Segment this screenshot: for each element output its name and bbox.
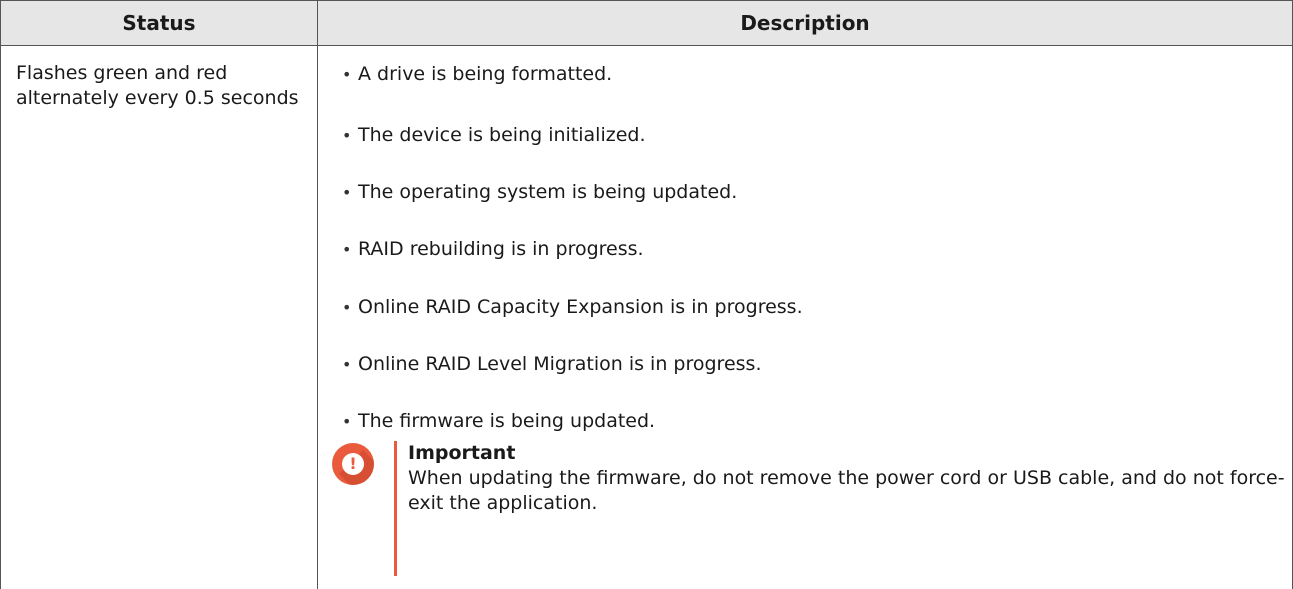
note-title: Important [408, 441, 1288, 466]
status-cell: Flashes green and red alternately every … [1, 46, 318, 589]
bullet-icon: • [342, 352, 358, 377]
bullet-icon: • [342, 62, 358, 87]
list-item: •RAID rebuilding is in progress. [342, 237, 644, 262]
bullet-text: A drive is being formatted. [358, 62, 612, 87]
bullet-text: The device is being initialized. [358, 123, 646, 148]
bullet-icon: • [342, 237, 358, 262]
list-item: •The operating system is being updated. [342, 180, 737, 205]
description-cell: •A drive is being formatted. •The device… [318, 46, 1293, 589]
bullet-icon: • [342, 295, 358, 320]
list-item: •The firmware is being updated. [342, 409, 655, 434]
table-header-row: Status Description [1, 1, 1293, 46]
bullet-text: The operating system is being updated. [358, 180, 737, 205]
note-content: Important When updating the firmware, do… [408, 441, 1288, 516]
bullet-icon: • [342, 180, 358, 205]
bullet-icon: • [342, 123, 358, 148]
bullet-text: The firmware is being updated. [358, 409, 655, 434]
note-body: When updating the firmware, do not remov… [408, 466, 1288, 516]
bullet-text: RAID rebuilding is in progress. [358, 237, 644, 262]
bullet-icon: • [342, 409, 358, 434]
description-column-header: Description [318, 1, 1293, 46]
exclamation-icon: ! [332, 443, 374, 485]
led-status-table: Status Description Flashes green and red… [0, 0, 1293, 589]
list-item: •Online RAID Level Migration is in progr… [342, 352, 761, 377]
table-row: Flashes green and red alternately every … [1, 46, 1293, 589]
list-item: •A drive is being formatted. [342, 62, 612, 87]
bullet-text: Online RAID Capacity Expansion is in pro… [358, 295, 803, 320]
bullet-text: Online RAID Level Migration is in progre… [358, 352, 761, 377]
status-column-header: Status [1, 1, 318, 46]
list-item: •Online RAID Capacity Expansion is in pr… [342, 295, 803, 320]
list-item: •The device is being initialized. [342, 123, 646, 148]
note-accent-bar [394, 441, 397, 576]
